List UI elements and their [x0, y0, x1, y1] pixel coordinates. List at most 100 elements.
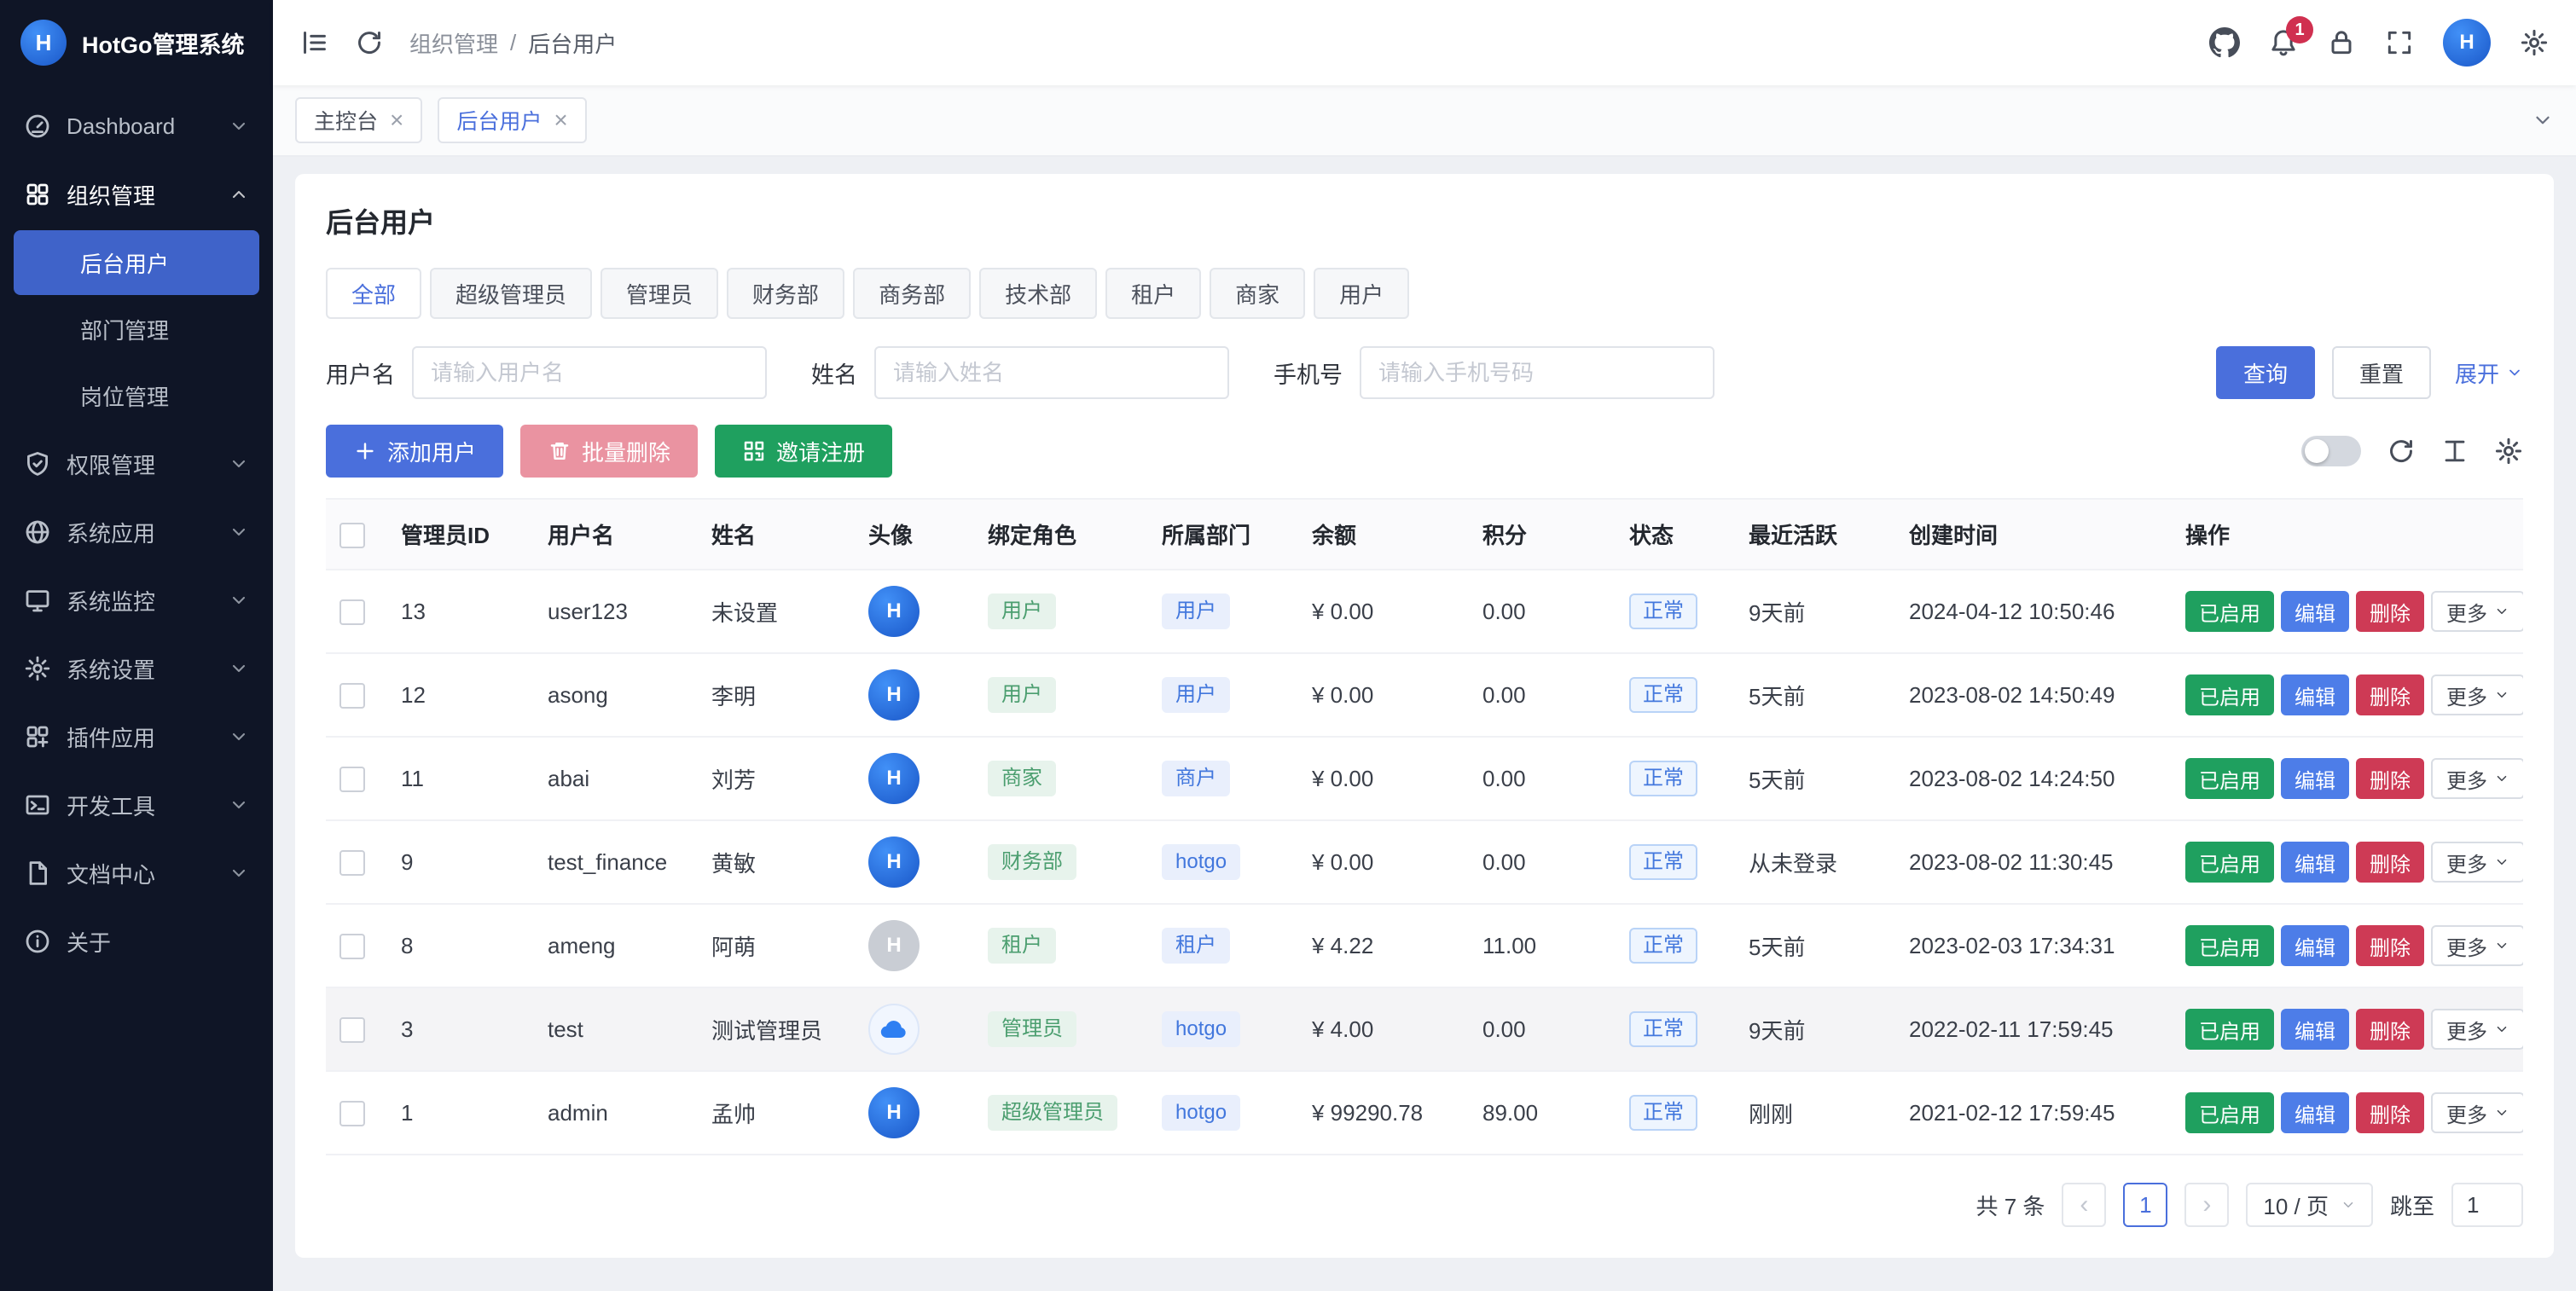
row-checkbox[interactable]	[339, 1101, 365, 1126]
refresh-table-icon[interactable]	[2387, 437, 2416, 466]
menu-collapse-icon[interactable]	[300, 28, 329, 57]
tab-chip-2[interactable]: 后台用户×	[438, 97, 586, 143]
table-row: 13user123未设置H用户用户¥ 0.000.00正常9天前2024-04-…	[326, 570, 2523, 653]
breadcrumb-item[interactable]: 后台用户	[528, 27, 617, 59]
row-checkbox[interactable]	[339, 599, 365, 625]
filter-tab-9[interactable]: 用户	[1314, 268, 1409, 319]
delete-button[interactable]: 删除	[2356, 758, 2424, 799]
github-icon[interactable]	[2209, 27, 2240, 58]
cell-name: 测试管理员	[698, 987, 855, 1071]
more-button[interactable]: 更多	[2431, 674, 2523, 715]
select-all-checkbox[interactable]	[339, 523, 365, 548]
edit-button[interactable]: 编辑	[2281, 1092, 2349, 1133]
row-checkbox[interactable]	[339, 850, 365, 876]
sidebar-item-org[interactable]: 组织管理	[0, 160, 273, 229]
delete-button[interactable]: 删除	[2356, 1092, 2424, 1133]
add-user-button[interactable]: 添加用户	[326, 425, 503, 478]
batch-delete-button[interactable]: 批量删除	[520, 425, 698, 478]
sidebar-item-plugins[interactable]: 插件应用	[0, 703, 273, 771]
close-icon[interactable]: ×	[390, 108, 403, 132]
filter-tab-1[interactable]: 全部	[326, 268, 421, 319]
delete-button[interactable]: 删除	[2356, 1009, 2424, 1050]
jump-page-input[interactable]	[2451, 1183, 2523, 1227]
sidebar-item-devtools[interactable]: 开发工具	[0, 771, 273, 839]
fullscreen-icon[interactable]	[2385, 28, 2414, 57]
user-avatar[interactable]: H	[2443, 19, 2491, 67]
search-button[interactable]: 查询	[2216, 346, 2315, 399]
edit-button[interactable]: 编辑	[2281, 925, 2349, 966]
more-button[interactable]: 更多	[2431, 591, 2523, 632]
sidebar-item-docs[interactable]: 文档中心	[0, 839, 273, 907]
lock-screen-icon[interactable]	[2327, 28, 2356, 57]
filter-tab-7[interactable]: 租户	[1105, 268, 1201, 319]
page-number-button[interactable]: 1	[2123, 1183, 2167, 1227]
sidebar-item-dashboard[interactable]: Dashboard	[0, 92, 273, 160]
sidebar-item-label: 组织管理	[67, 179, 213, 211]
cell-balance: ¥ 99290.78	[1298, 1071, 1469, 1155]
enabled-button[interactable]: 已启用	[2185, 591, 2274, 632]
prev-page-button[interactable]: ‹	[2062, 1183, 2106, 1227]
notification-bell-icon[interactable]: 1	[2269, 28, 2298, 57]
sidebar-subitem-backend-users[interactable]: 后台用户	[14, 230, 259, 295]
row-checkbox[interactable]	[339, 767, 365, 792]
filter-tab-8[interactable]: 商家	[1210, 268, 1305, 319]
more-button[interactable]: 更多	[2431, 1092, 2523, 1133]
reload-page-icon[interactable]	[355, 28, 384, 57]
edit-button[interactable]: 编辑	[2281, 591, 2349, 632]
enabled-button[interactable]: 已启用	[2185, 1092, 2274, 1133]
filter-tab-label: 商家	[1235, 278, 1279, 310]
close-icon[interactable]: ×	[554, 108, 567, 132]
sidebar-item-sysmonitor[interactable]: 系统监控	[0, 566, 273, 634]
sidebar-item-label: 文档中心	[67, 858, 213, 889]
row-checkbox[interactable]	[339, 683, 365, 709]
more-button[interactable]: 更多	[2431, 758, 2523, 799]
filter-tab-4[interactable]: 财务部	[727, 268, 844, 319]
edit-button[interactable]: 编辑	[2281, 842, 2349, 883]
page-size-select[interactable]: 10 / 页	[2246, 1183, 2373, 1227]
filter-tab-5[interactable]: 商务部	[853, 268, 971, 319]
delete-button[interactable]: 删除	[2356, 591, 2424, 632]
delete-button[interactable]: 删除	[2356, 842, 2424, 883]
breadcrumb-item[interactable]: 组织管理	[409, 27, 498, 59]
more-button[interactable]: 更多	[2431, 842, 2523, 883]
column-settings-icon[interactable]	[2494, 437, 2523, 466]
edit-button[interactable]: 编辑	[2281, 1009, 2349, 1050]
expand-filters-link[interactable]: 展开	[2455, 357, 2523, 389]
reset-button[interactable]: 重置	[2332, 346, 2431, 399]
next-page-button[interactable]: ›	[2184, 1183, 2229, 1227]
sidebar-item-syssettings[interactable]: 系统设置	[0, 634, 273, 703]
striped-toggle[interactable]	[2301, 436, 2361, 466]
enabled-button[interactable]: 已启用	[2185, 758, 2274, 799]
tab-chip-1[interactable]: 主控台×	[295, 97, 422, 143]
table-density-icon[interactable]	[2441, 437, 2469, 465]
sidebar-item-about[interactable]: 关于	[0, 907, 273, 975]
tab-options-caret[interactable]	[2532, 109, 2554, 131]
filter-tab-2[interactable]: 超级管理员	[430, 268, 592, 319]
sidebar-item-auth[interactable]: 权限管理	[0, 430, 273, 498]
filter-tab-3[interactable]: 管理员	[600, 268, 718, 319]
edit-button[interactable]: 编辑	[2281, 674, 2349, 715]
row-checkbox[interactable]	[339, 1017, 365, 1043]
pagination: 共 7 条 ‹ 1 › 10 / 页 跳至	[326, 1183, 2523, 1227]
enabled-button[interactable]: 已启用	[2185, 925, 2274, 966]
page-size-value: 10 / 页	[2263, 1190, 2329, 1221]
sidebar-item-sysapp[interactable]: 系统应用	[0, 498, 273, 566]
phone-input[interactable]	[1360, 346, 1714, 399]
enabled-button[interactable]: 已启用	[2185, 842, 2274, 883]
sidebar-subitem-positions[interactable]: 岗位管理	[14, 363, 259, 428]
username-input[interactable]	[412, 346, 767, 399]
delete-button[interactable]: 删除	[2356, 674, 2424, 715]
invite-register-button[interactable]: 邀请注册	[715, 425, 892, 478]
more-button[interactable]: 更多	[2431, 925, 2523, 966]
settings-icon[interactable]	[2520, 28, 2549, 57]
name-input[interactable]	[874, 346, 1229, 399]
enabled-button[interactable]: 已启用	[2185, 674, 2274, 715]
filter-tab-label: 管理员	[626, 278, 693, 310]
row-checkbox[interactable]	[339, 934, 365, 959]
sidebar-subitem-departments[interactable]: 部门管理	[14, 297, 259, 362]
more-button[interactable]: 更多	[2431, 1009, 2523, 1050]
delete-button[interactable]: 删除	[2356, 925, 2424, 966]
edit-button[interactable]: 编辑	[2281, 758, 2349, 799]
filter-tab-6[interactable]: 技术部	[979, 268, 1097, 319]
enabled-button[interactable]: 已启用	[2185, 1009, 2274, 1050]
